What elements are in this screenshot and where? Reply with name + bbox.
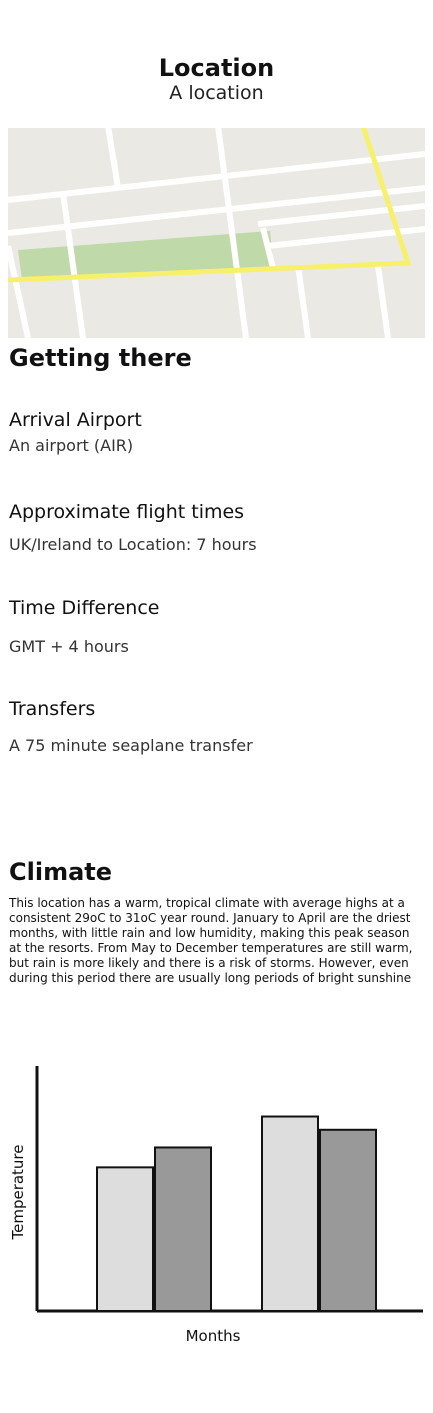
chart-bar: [261, 1115, 319, 1312]
location-map[interactable]: [8, 128, 425, 338]
chart-bar: [96, 1166, 154, 1312]
x-axis-label: Months: [186, 1327, 241, 1345]
time-difference-value: GMT + 4 hours: [9, 637, 129, 656]
time-difference-title: Time Difference: [9, 597, 160, 619]
flight-times-title: Approximate flight times: [9, 501, 245, 523]
chart-bar: [154, 1146, 212, 1312]
temperature-chart: Months Temperature: [0, 1060, 433, 1360]
chart-bar: [319, 1128, 377, 1312]
arrival-airport-value: An airport (AIR): [9, 436, 134, 455]
location-header: Location A location: [0, 54, 433, 104]
page-subtitle: A location: [169, 82, 264, 104]
climate-description: This location has a warm, tropical clima…: [9, 896, 413, 985]
flight-times-value: UK/Ireland to Location: 7 hours: [9, 535, 257, 554]
transfers-value: A 75 minute seaplane transfer: [9, 736, 253, 755]
arrival-airport-title: Arrival Airport: [9, 409, 142, 431]
page-title: Location: [158, 54, 275, 82]
getting-there-heading: Getting there: [9, 344, 192, 372]
climate-heading: Climate: [9, 858, 113, 886]
y-axis-label: Temperature: [9, 1144, 27, 1240]
transfers-title: Transfers: [9, 698, 96, 720]
